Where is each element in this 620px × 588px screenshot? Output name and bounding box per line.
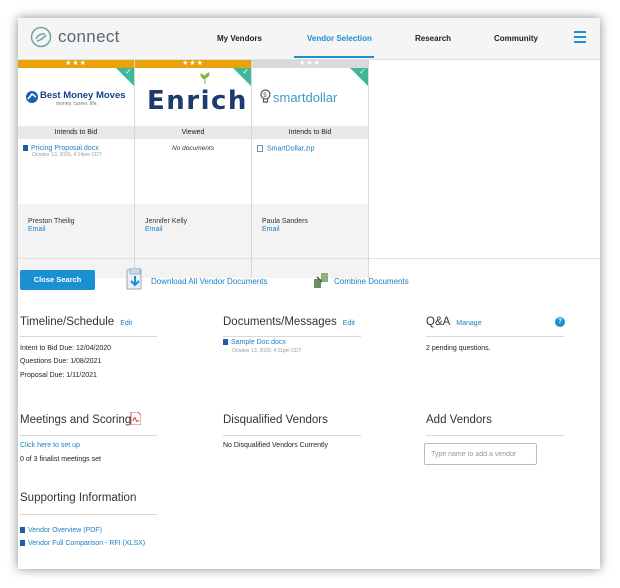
document-icon bbox=[223, 339, 228, 346]
sample-doc-link[interactable]: Sample Doc.docx bbox=[231, 339, 286, 346]
contact-name: Paula Sanders bbox=[262, 218, 308, 225]
zip-file-icon bbox=[257, 145, 263, 152]
vendor-cards: ★★★ Best Money Moves money. career. life… bbox=[18, 60, 370, 278]
vendor-logo-text: Best Money Moves bbox=[40, 90, 126, 101]
nav-my-vendors[interactable]: My Vendors bbox=[217, 34, 262, 43]
connect-logo-icon bbox=[30, 26, 52, 48]
meetings-setup-link[interactable]: Click here to set up bbox=[20, 442, 80, 449]
section-divider bbox=[426, 336, 564, 337]
add-vendor-input[interactable] bbox=[424, 443, 537, 465]
documents-heading: Documents/Messages Edit bbox=[223, 316, 355, 328]
documents-edit-link[interactable]: Edit bbox=[343, 320, 355, 327]
vendor-card[interactable]: ★★★ Enrich ✓ Viewed No documents Jennife… bbox=[135, 60, 252, 278]
timeline-edit-link[interactable]: Edit bbox=[120, 320, 132, 327]
lightbulb-icon: $ bbox=[260, 89, 271, 103]
document-icon bbox=[20, 540, 25, 547]
vendor-documents: No documents bbox=[135, 139, 251, 204]
nav-research[interactable]: Research bbox=[415, 34, 451, 43]
connect-logo[interactable]: connect bbox=[30, 26, 120, 48]
rating-bar: ★★★ bbox=[18, 60, 134, 68]
disqualified-text: No Disqualified Vendors Currently bbox=[223, 442, 329, 449]
vendor-comparison-link[interactable]: Vendor Full Comparison - RFI (XLSX) bbox=[28, 540, 145, 547]
sample-doc-date: October 13, 2020, 4:11pm CDT bbox=[232, 348, 302, 354]
supporting-title: Supporting Information bbox=[20, 492, 137, 504]
timeline-title: Timeline/Schedule bbox=[20, 316, 115, 328]
document-link[interactable]: Pricing Proposal.docx bbox=[31, 145, 99, 152]
disqualified-title: Disqualified Vendors bbox=[223, 414, 328, 426]
vendor-documents: SmartDollar.zip bbox=[252, 139, 368, 204]
section-divider bbox=[20, 435, 157, 436]
vendor-status: Intends to Bid bbox=[252, 126, 368, 139]
vendor-card[interactable]: ★★★ $ smartdollar ✓ Intends to Bid Smart… bbox=[252, 60, 369, 278]
active-tab-indicator bbox=[294, 56, 374, 58]
cards-divider bbox=[18, 258, 600, 259]
timeline-heading: Timeline/Schedule Edit bbox=[20, 316, 132, 328]
proposal-due: Proposal Due: 1/11/2021 bbox=[20, 372, 97, 379]
top-header: connect My Vendors Vendor Selection Rese… bbox=[18, 18, 600, 60]
contact-email-link[interactable]: Email bbox=[262, 226, 358, 233]
vendor-contact: Jennifer Kelly Email bbox=[135, 204, 251, 278]
vendor-comparison-item[interactable]: Vendor Full Comparison - RFI (XLSX) bbox=[20, 540, 145, 547]
vendor-overview-item[interactable]: Vendor Overview (PDF) bbox=[20, 527, 102, 534]
sample-doc-item[interactable]: Sample Doc.docx bbox=[223, 339, 286, 346]
vendor-logo: $ smartdollar ✓ bbox=[252, 67, 368, 126]
check-icon: ✓ bbox=[242, 67, 249, 76]
questions-due: Questions Due: 1/08/2021 bbox=[20, 358, 102, 365]
qa-manage-link[interactable]: Manage bbox=[456, 320, 481, 327]
documents-title: Documents/Messages bbox=[223, 316, 337, 328]
vendor-logo-tagline: money. career. life. bbox=[56, 101, 98, 107]
close-search-button[interactable]: Close Search bbox=[20, 270, 95, 290]
contact-email-link[interactable]: Email bbox=[145, 226, 241, 233]
add-vendors-title: Add Vendors bbox=[426, 414, 492, 426]
contact-email-link[interactable]: Email bbox=[28, 226, 124, 233]
document-icon bbox=[23, 145, 28, 152]
svg-text:$: $ bbox=[263, 93, 267, 99]
vendor-contact: Preston Theilig Email bbox=[18, 204, 134, 278]
nav-community[interactable]: Community bbox=[494, 34, 538, 43]
download-documents-icon[interactable] bbox=[124, 268, 146, 292]
qa-title: Q&A bbox=[426, 316, 451, 328]
contact-name: Jennifer Kelly bbox=[145, 218, 188, 225]
document-link[interactable]: SmartDollar.zip bbox=[267, 145, 314, 152]
meetings-count-text: 0 of 3 finalist meetings set bbox=[20, 456, 101, 463]
qa-heading: Q&A Manage bbox=[426, 316, 482, 328]
vendor-logo: Enrich ✓ bbox=[135, 67, 251, 126]
vendor-logo: Best Money Moves money. career. life. ✓ bbox=[18, 67, 134, 126]
vendor-status: Viewed bbox=[135, 126, 251, 139]
no-documents-text: No documents bbox=[172, 145, 214, 152]
contact-name: Preston Theilig bbox=[28, 218, 75, 225]
help-icon[interactable]: ? bbox=[555, 317, 565, 327]
check-icon: ✓ bbox=[125, 67, 132, 76]
vendor-logo-text: Enrich bbox=[147, 86, 248, 116]
pdf-icon[interactable] bbox=[130, 412, 141, 425]
hamburger-menu-icon[interactable] bbox=[574, 31, 586, 43]
combine-documents-link[interactable]: Combine Documents bbox=[334, 277, 409, 286]
vendor-status: Intends to Bid bbox=[18, 126, 134, 139]
qa-pending-text: 2 pending questions. bbox=[426, 345, 491, 352]
vendor-contact: Paula Sanders Email bbox=[252, 204, 368, 278]
app-window: connect My Vendors Vendor Selection Rese… bbox=[18, 18, 600, 569]
section-divider bbox=[20, 514, 157, 515]
vendor-documents: Pricing Proposal.docx October 13, 2020, … bbox=[18, 139, 134, 204]
vendor-logo-text: smartdollar bbox=[273, 90, 338, 105]
section-divider bbox=[20, 336, 157, 337]
meetings-title: Meetings and Scoring bbox=[20, 414, 132, 426]
section-divider bbox=[223, 435, 361, 436]
document-icon bbox=[20, 527, 25, 534]
rating-bar: ★★★ bbox=[135, 60, 251, 68]
best-money-moves-logo-icon bbox=[26, 91, 38, 103]
combine-documents-icon[interactable] bbox=[312, 271, 330, 289]
check-icon: ✓ bbox=[359, 67, 366, 76]
vendor-overview-link[interactable]: Vendor Overview (PDF) bbox=[28, 527, 102, 534]
document-date: October 13, 2020, 4:14pm CDT bbox=[32, 152, 102, 158]
intent-to-bid-due: Intent to Bid Due: 12/04/2020 bbox=[20, 345, 112, 352]
vendor-card[interactable]: ★★★ Best Money Moves money. career. life… bbox=[18, 60, 135, 278]
logo-text: connect bbox=[58, 27, 120, 46]
nav-vendor-selection[interactable]: Vendor Selection bbox=[307, 34, 372, 43]
enrich-leaf-icon bbox=[200, 72, 210, 84]
download-all-documents-link[interactable]: Download All Vendor Documents bbox=[151, 277, 268, 286]
section-divider bbox=[426, 435, 564, 436]
rating-bar: ★★★ bbox=[252, 60, 368, 68]
section-divider bbox=[223, 336, 361, 337]
